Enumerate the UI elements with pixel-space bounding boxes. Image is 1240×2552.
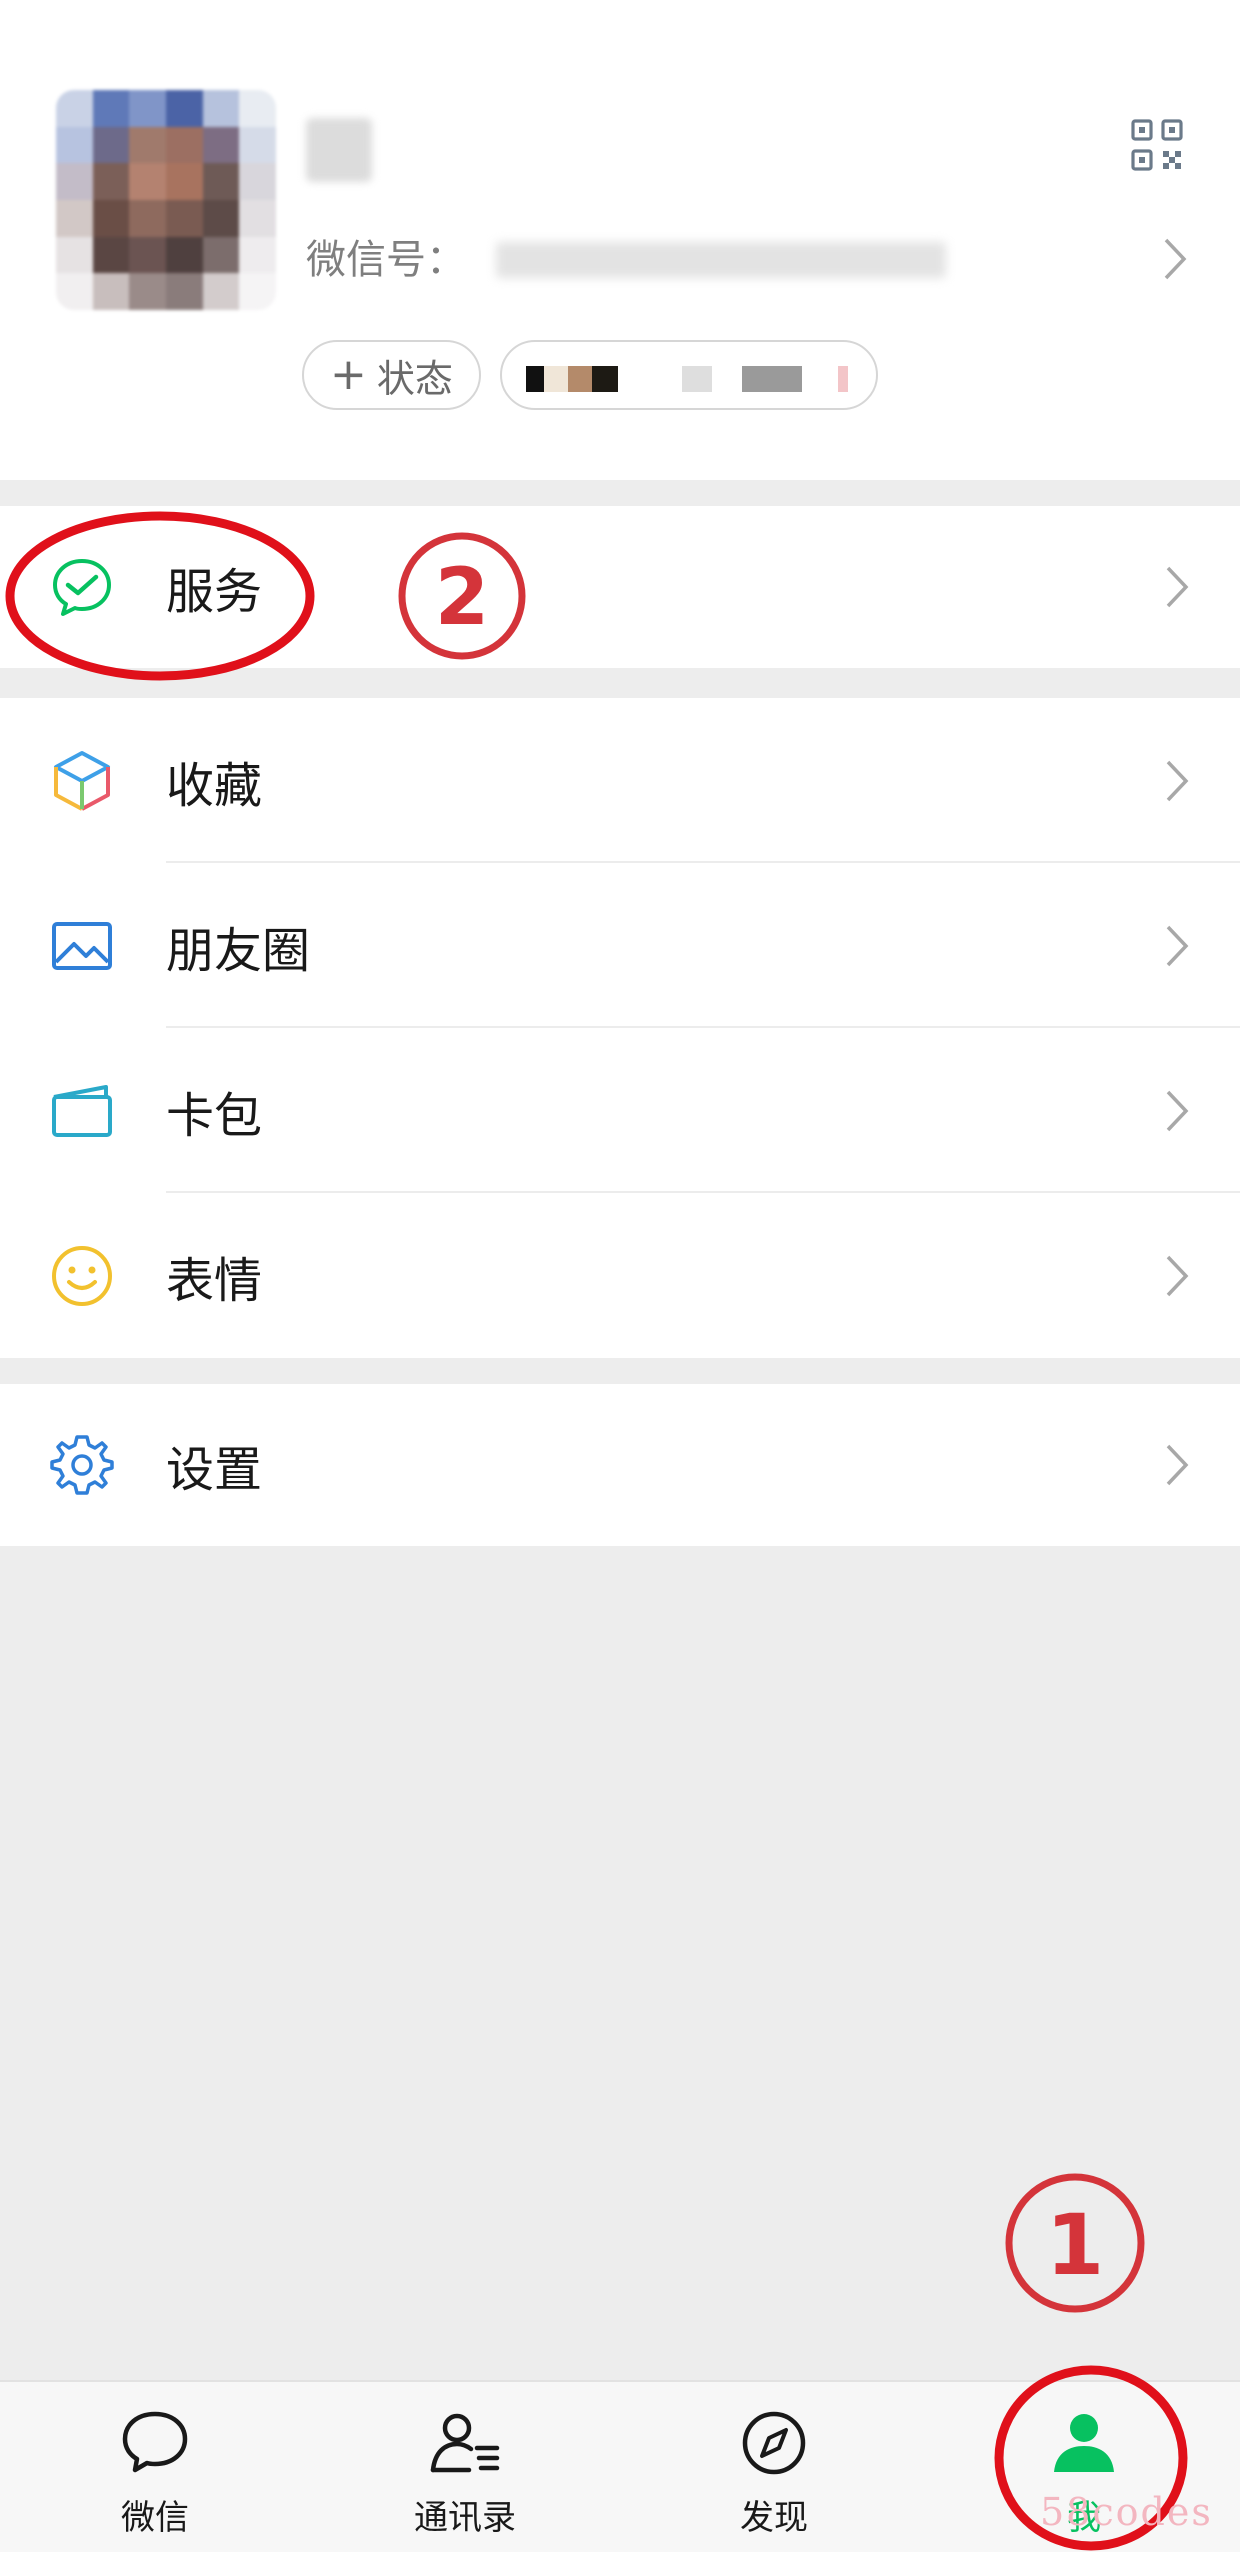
status-button-label: 状态 [376, 356, 453, 401]
avatar[interactable] [56, 90, 276, 310]
watermark: 58codes [1040, 2490, 1213, 2534]
avatar-pixel [129, 273, 166, 310]
chevron-right-icon [1166, 760, 1189, 801]
compass-icon [742, 2411, 806, 2475]
menu-item-services[interactable]: 服务 [0, 506, 1240, 668]
menu-item-favorites[interactable]: 收藏 [0, 698, 1240, 863]
menu-item-label: 表情 [166, 1252, 263, 1309]
avatar-pixel [239, 90, 276, 127]
nickname-redacted [306, 118, 372, 182]
avatar-pixel [92, 163, 130, 200]
gear-icon [50, 1435, 114, 1495]
avatar-pixel [239, 163, 276, 200]
avatar-pixel [56, 200, 93, 237]
favorites-cube-icon [54, 750, 110, 811]
tab-discover[interactable]: 发现 [674, 2382, 874, 2552]
profile-header[interactable]: 微信号： + 状态 [0, 0, 1240, 480]
avatar-pixel [56, 90, 93, 127]
contacts-icon [430, 2413, 500, 2473]
chevron-right-icon [1166, 1090, 1189, 1131]
chevron-right-icon [1166, 1255, 1189, 1296]
moments-image-icon [52, 921, 112, 970]
avatar-pixel [202, 200, 240, 237]
avatar-pixel [92, 200, 130, 237]
avatar-pixel [166, 273, 203, 310]
tab-label: 发现 [740, 2498, 808, 2538]
avatar-pixel [56, 163, 93, 200]
qr-code-icon[interactable] [1130, 118, 1184, 172]
svg-text:1: 1 [1046, 2196, 1104, 2294]
person-icon [1054, 2414, 1114, 2472]
avatar-pixel [166, 90, 203, 127]
tab-chats[interactable]: 微信 [55, 2382, 255, 2552]
chevron-right-icon [1166, 925, 1189, 966]
tab-contacts[interactable]: 通讯录 [365, 2382, 565, 2552]
avatar-pixel [202, 273, 240, 310]
avatar-pixel [239, 273, 276, 310]
avatar-pixel [56, 273, 93, 310]
avatar-pixel [202, 236, 240, 274]
avatar-pixel [56, 236, 93, 274]
avatar-pixel [129, 200, 166, 237]
avatar-pixel [92, 90, 130, 127]
wechat-id-label: 微信号： [306, 237, 466, 283]
avatar-pixel [92, 273, 130, 310]
avatar-pixel [239, 200, 276, 237]
avatar-pixel [239, 126, 276, 164]
chevron-right-icon [1166, 566, 1189, 608]
avatar-pixel [166, 236, 203, 274]
menu-item-moments[interactable]: 朋友圈 [0, 863, 1240, 1028]
avatar-pixel [202, 163, 240, 200]
chevron-right-icon [1166, 1444, 1189, 1486]
avatar-pixel [202, 90, 240, 127]
avatar-pixel [166, 126, 203, 164]
avatar-pixel [166, 200, 203, 237]
avatar-pixel [56, 126, 93, 164]
avatar-pixel [129, 126, 166, 164]
avatar-pixel [239, 236, 276, 274]
avatar-pixel [92, 126, 130, 164]
menu-item-label: 服务 [166, 564, 263, 620]
main-menu-group: 收藏 朋友圈 卡包 表情 [0, 698, 1240, 1358]
tab-label: 微信 [121, 2498, 189, 2538]
chat-bubble-icon [122, 2411, 188, 2473]
plus-icon: + [330, 349, 367, 400]
smiley-icon [52, 1245, 112, 1306]
menu-item-label: 设置 [166, 1442, 263, 1498]
tab-label: 通讯录 [414, 2498, 516, 2538]
avatar-pixel [166, 163, 203, 200]
chevron-right-icon [1164, 238, 1187, 280]
wechat-id-redacted [496, 242, 946, 278]
menu-item-stickers[interactable]: 表情 [0, 1193, 1240, 1358]
status-button[interactable]: + 状态 [302, 340, 481, 410]
avatar-pixel [92, 236, 130, 274]
services-group: 服务 [0, 506, 1240, 668]
menu-item-settings[interactable]: 设置 [0, 1384, 1240, 1546]
avatar-pixel [202, 126, 240, 164]
menu-item-cards[interactable]: 卡包 [0, 1028, 1240, 1193]
services-icon [53, 559, 111, 616]
friends-status-pill[interactable] [500, 340, 878, 410]
menu-item-label: 卡包 [166, 1087, 263, 1144]
annotation-number-1: 1 [1005, 2173, 1145, 2313]
avatar-pixel [129, 236, 166, 274]
card-wallet-icon [52, 1084, 112, 1137]
settings-group: 设置 [0, 1384, 1240, 1546]
avatar-pixel [129, 90, 166, 127]
avatar-pixel [129, 163, 166, 200]
menu-item-label: 收藏 [166, 757, 263, 814]
menu-item-label: 朋友圈 [166, 922, 311, 979]
